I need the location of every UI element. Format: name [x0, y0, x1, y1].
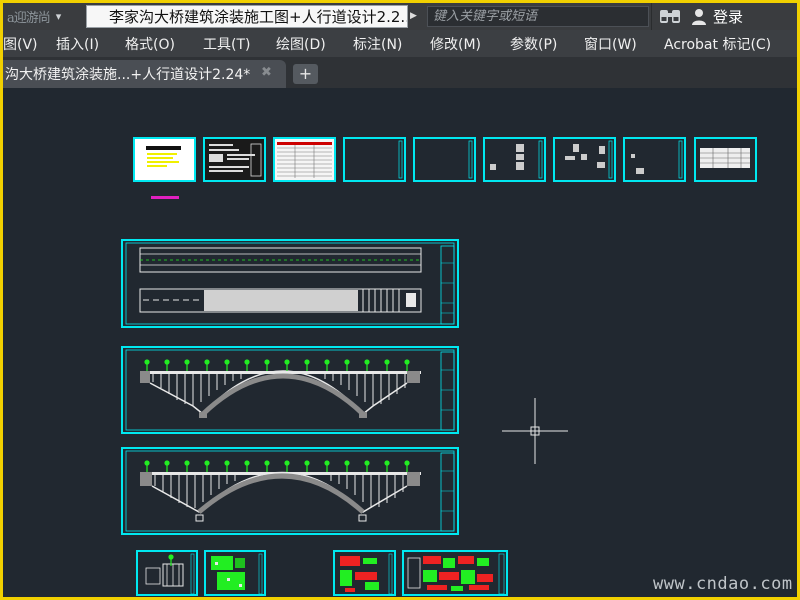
titlebar-divider	[651, 3, 652, 30]
menu-draw[interactable]: 绘图(D)	[276, 34, 326, 54]
sheet-thumbnail-6[interactable]	[483, 137, 546, 182]
menu-dimension[interactable]: 标注(N)	[353, 34, 402, 54]
document-title: 李家沟大桥建筑涂装施工图+人行道设计2.2...	[86, 5, 408, 28]
sheet-thumbnail-9[interactable]	[694, 137, 757, 182]
document-tab-label: 沟大桥建筑涂装施...+人行道设计2.24*	[5, 67, 251, 83]
menu-acrobat-markup[interactable]: Acrobat 标记(C)	[664, 34, 771, 54]
menu-modify[interactable]: 修改(M)	[430, 34, 481, 54]
document-tab-bar: 沟大桥建筑涂装施...+人行道设计2.24* ✖ +	[3, 57, 797, 88]
crosshair-cursor-icon	[502, 398, 568, 464]
sheet-bridge-elevation-1[interactable]	[121, 346, 459, 434]
title-bar: a迎游尚 ▾ 李家沟大桥建筑涂装施工图+人行道设计2.2... ▶ 登录	[3, 3, 797, 30]
menu-tools[interactable]: 工具(T)	[203, 34, 250, 54]
sheet-thumbnail-1[interactable]	[133, 137, 196, 182]
sheet-thumbnail-2[interactable]	[203, 137, 266, 182]
menu-view[interactable]: 图(V)	[3, 34, 38, 54]
menu-bar: 图(V) 插入(I) 格式(O) 工具(T) 绘图(D) 标注(N) 修改(M)…	[3, 30, 797, 57]
close-tab-icon[interactable]: ✖	[261, 65, 272, 80]
sheet-detail-2[interactable]	[204, 550, 266, 596]
autocad-window: a迎游尚 ▾ 李家沟大桥建筑涂装施工图+人行道设计2.2... ▶ 登录 图(V…	[3, 3, 797, 597]
user-icon	[692, 8, 706, 25]
drawing-area[interactable]	[3, 88, 797, 597]
new-tab-button[interactable]: +	[293, 64, 318, 84]
sheet-detail-4[interactable]	[402, 550, 508, 596]
binoculars-icon[interactable]	[659, 7, 681, 25]
menu-window[interactable]: 窗口(W)	[584, 34, 637, 54]
sheet-thumbnail-8[interactable]	[623, 137, 686, 182]
sheet-bridge-elevation-2[interactable]	[121, 447, 459, 535]
sheet-detail-3[interactable]	[333, 550, 396, 596]
quick-access-ghost-text: a迎游尚	[7, 11, 51, 26]
quick-access-toolbar[interactable]: a迎游尚 ▾	[3, 3, 83, 30]
sign-in-link[interactable]: 登录	[691, 6, 743, 27]
menu-format[interactable]: 格式(O)	[125, 34, 175, 54]
document-tab[interactable]: 沟大桥建筑涂装施...+人行道设计2.24*	[3, 60, 286, 88]
sheet-thumbnail-5[interactable]	[413, 137, 476, 182]
title-expand-icon[interactable]: ▶	[410, 9, 420, 23]
selection-marker	[151, 196, 179, 199]
sheet-thumbnail-4[interactable]	[343, 137, 406, 182]
sheet-bridge-plan[interactable]	[121, 239, 459, 328]
menu-insert[interactable]: 插入(I)	[56, 34, 99, 54]
search-box[interactable]	[427, 6, 649, 27]
sheet-detail-1[interactable]	[136, 550, 198, 596]
sheet-thumbnail-7[interactable]	[553, 137, 616, 182]
sheet-thumbnail-3[interactable]	[273, 137, 336, 182]
menu-parametric[interactable]: 参数(P)	[510, 34, 557, 54]
site-watermark: www.cndao.com	[653, 574, 793, 594]
model-space-canvas[interactable]	[3, 88, 797, 597]
quick-access-dropdown-icon[interactable]: ▾	[56, 10, 62, 23]
search-input[interactable]	[433, 9, 643, 24]
sign-in-label: 登录	[713, 8, 744, 26]
